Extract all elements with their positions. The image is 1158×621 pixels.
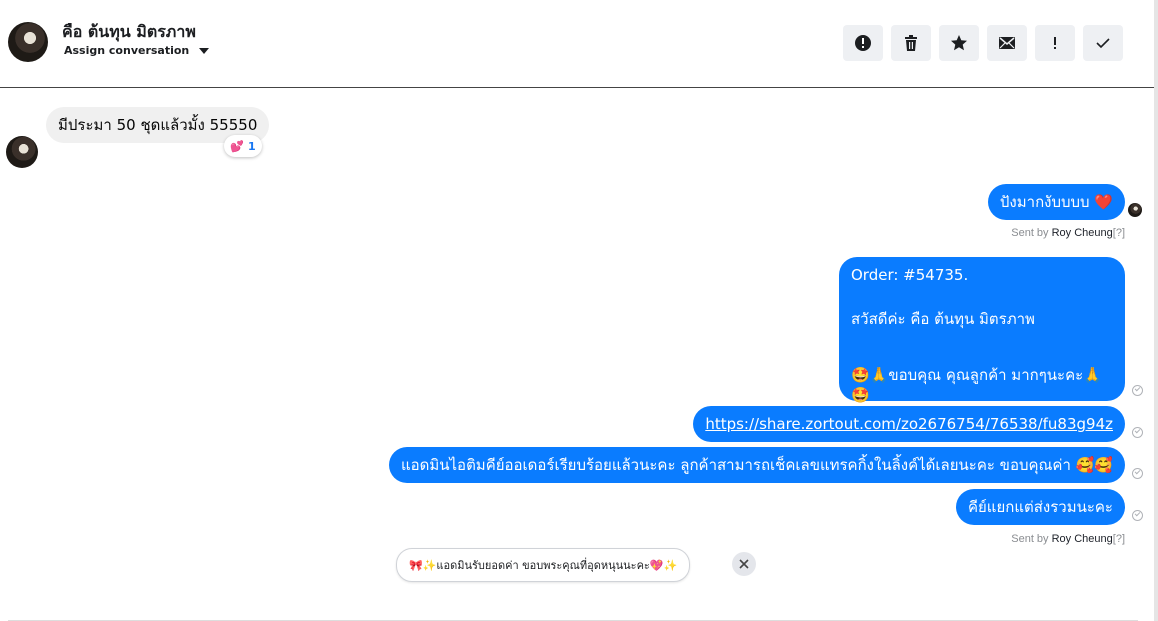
sent-by-prefix: Sent by xyxy=(1011,227,1052,239)
delivered-check-icon xyxy=(1132,385,1143,396)
mark-done-button[interactable] xyxy=(1083,25,1123,61)
order-line-greeting: สวัสดีค่ะ คือ ต้นทุน มิตรภาพ xyxy=(851,310,1035,328)
order-line-thanks: 🤩🙏ขอบคุณ คุณลูกค้า มากๆนะคะ🙏🤩 xyxy=(851,366,1102,404)
assign-conversation-dropdown[interactable]: Assign conversation xyxy=(64,44,210,57)
separate-shipping-message[interactable]: คีย์แยกแต่ส่งรวมนะคะ xyxy=(955,489,1125,525)
reaction-count: 1 xyxy=(248,139,256,153)
delivered-check-icon xyxy=(1132,427,1143,438)
order-message[interactable]: Order: #54735. สวัสดีค่ะ คือ ต้นทุน มิตร… xyxy=(839,257,1125,404)
mark-important-button[interactable] xyxy=(1035,25,1075,61)
outgoing-message-text: ปังมากงับบบบ ❤️ xyxy=(999,193,1113,211)
contact-avatar[interactable] xyxy=(8,22,48,62)
order-spacer-1 xyxy=(851,285,1113,309)
seen-avatar xyxy=(1128,203,1142,217)
close-icon xyxy=(739,559,749,569)
done-icon xyxy=(1096,38,1110,49)
outgoing-message[interactable]: ปังมากงับบบบ ❤️ xyxy=(987,184,1125,220)
star-icon xyxy=(951,35,967,51)
contact-name[interactable]: คือ ต้นทุน มิตรภาพ xyxy=(62,20,196,45)
tracking-message-text: แอดมินไอติมคีย์ออเดอร์เรียบร้อยแล้วนะคะ … xyxy=(400,456,1113,474)
sent-by-help[interactable]: [?] xyxy=(1113,227,1125,239)
order-spacer-2 xyxy=(851,329,1113,365)
delivered-check-icon xyxy=(1132,468,1143,479)
header-toolbar xyxy=(843,25,1123,61)
mark-unread-button[interactable] xyxy=(987,25,1027,61)
sender-avatar xyxy=(6,136,38,168)
incoming-message-text: มีประมา 50 ชุดแล้วมั้ง 55550 xyxy=(58,116,258,134)
sent-by-prefix: Sent by xyxy=(1011,533,1052,545)
caret-down-icon xyxy=(199,47,210,54)
mark-spam-button[interactable] xyxy=(843,25,883,61)
suggested-reply-text: 🎀✨แอดมินรับยอดค่า ขอบพระคุณที่อุดหนุนนะค… xyxy=(409,559,678,572)
link-message[interactable]: https://share.zortout.com/zo2676754/7653… xyxy=(693,406,1125,442)
dismiss-suggestion-button[interactable] xyxy=(732,552,756,576)
sent-by-help[interactable]: [?] xyxy=(1113,533,1125,545)
important-icon xyxy=(1054,37,1056,49)
sender-name[interactable]: Roy Cheung xyxy=(1052,533,1113,545)
separate-shipping-text: คีย์แยกแต่ส่งรวมนะคะ xyxy=(967,498,1113,516)
reaction-emoji: 💕 xyxy=(230,139,245,153)
trash-icon xyxy=(905,35,917,51)
conversation-header: คือ ต้นทุน มิตรภาพ Assign conversation xyxy=(0,0,1154,88)
order-line-number: Order: #54735. xyxy=(851,266,969,284)
sent-by-label: Sent by Roy Cheung[?] xyxy=(1011,227,1125,239)
scrollbar[interactable] xyxy=(1154,0,1158,621)
sent-by-label: Sent by Roy Cheung[?] xyxy=(1011,533,1125,545)
tracking-message[interactable]: แอดมินไอติมคีย์ออเดอร์เรียบร้อยแล้วนะคะ … xyxy=(388,447,1125,483)
tracking-link[interactable]: https://share.zortout.com/zo2676754/7653… xyxy=(705,415,1113,433)
message-reaction[interactable]: 💕 1 xyxy=(224,135,262,157)
assign-label: Assign conversation xyxy=(64,44,190,57)
suggested-reply[interactable]: 🎀✨แอดมินรับยอดค่า ขอบพระคุณที่อุดหนุนนะค… xyxy=(396,548,691,582)
sender-name[interactable]: Roy Cheung xyxy=(1052,227,1113,239)
spam-icon xyxy=(855,35,871,51)
delete-button[interactable] xyxy=(891,25,931,61)
mail-icon xyxy=(999,37,1015,49)
star-button[interactable] xyxy=(939,25,979,61)
delivered-check-icon xyxy=(1132,510,1143,521)
